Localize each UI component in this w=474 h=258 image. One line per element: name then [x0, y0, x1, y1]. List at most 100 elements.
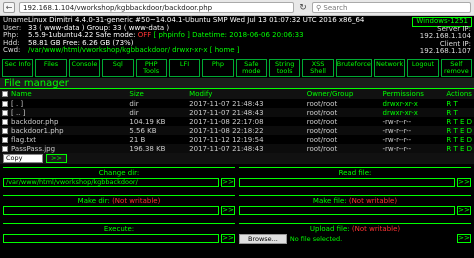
make-file-label: Make file: — [312, 197, 347, 205]
row-checkbox[interactable] — [2, 145, 8, 152]
read-file-go-button[interactable]: >> — [457, 178, 471, 187]
file-actions[interactable]: R T E D — [444, 135, 474, 144]
col-modify[interactable]: Modify — [187, 89, 305, 99]
file-owner: root/root — [304, 144, 381, 153]
menu-logout[interactable]: Logout — [407, 59, 439, 77]
file-actions[interactable]: R T — [444, 108, 474, 117]
search-placeholder: Search — [323, 4, 348, 12]
upload-panel: Upload file: (Not writable) Browse... No… — [239, 223, 471, 249]
file-modify: 2017-11-07 21:48:43 — [189, 99, 264, 108]
select-all-checkbox[interactable] — [2, 91, 8, 97]
file-perms[interactable]: drwxr-xr-x — [380, 108, 445, 117]
execute-label: Execute: — [103, 225, 135, 233]
read-file-input[interactable] — [239, 178, 455, 187]
row-checkbox[interactable] — [2, 109, 8, 116]
table-row: flag.txt 21 B 2017-11-12 12:19:54 root/r… — [0, 135, 474, 144]
file-size: 104.19 KB — [129, 117, 166, 126]
file-perms[interactable]: -rw-r--r-- — [380, 144, 445, 153]
main-menu: Sec Info Files Console Sql PHP Tools LFI… — [0, 59, 474, 77]
table-row: [ .. ] dir 2017-11-07 21:48:43 root/root… — [0, 108, 474, 117]
file-name[interactable]: PassPass.jpg — [0, 144, 128, 153]
change-dir-input[interactable]: /var/www/html/vworkshop/kgbbackdoor/ — [3, 178, 219, 187]
menu-network[interactable]: Network — [373, 59, 406, 77]
file-size: dir — [129, 99, 139, 108]
file-actions[interactable]: R T E D — [444, 144, 474, 153]
make-file-not-writable: (Not writable) — [348, 197, 398, 205]
make-dir-label: Make dir: — [77, 197, 110, 205]
make-file-panel: Make file: (Not writable) >> — [239, 195, 471, 221]
menu-php[interactable]: Php — [202, 59, 234, 77]
change-dir-panel: Change dir: /var/www/html/vworkshop/kgbb… — [3, 167, 235, 193]
file-name[interactable]: [ .. ] — [0, 108, 128, 117]
phpinfo-link[interactable]: [ phpinfo ] Datetime: 2018-06-06 20:06:3… — [154, 31, 304, 39]
file-perms[interactable]: -rw-r--r-- — [381, 135, 445, 144]
refresh-icon[interactable]: ↻ — [298, 3, 308, 13]
menu-xss-shell[interactable]: XSS Shell — [302, 59, 334, 77]
file-perms[interactable]: drwxr-xr-x — [381, 99, 445, 108]
file-size: 5.56 KB — [127, 126, 188, 135]
file-perms[interactable]: -rw-r--r-- — [381, 117, 445, 126]
file-actions[interactable]: R T E D — [444, 126, 474, 135]
row-checkbox[interactable] — [2, 127, 8, 134]
browse-button[interactable]: Browse... — [239, 234, 287, 244]
safe-mode-status: OFF — [137, 31, 152, 40]
table-row: PassPass.jpg 196.38 KB 2017-11-07 21:48:… — [0, 144, 474, 153]
menu-files[interactable]: Files — [35, 59, 67, 77]
col-size[interactable]: Size — [127, 89, 188, 99]
file-perms[interactable]: -rw-r--r-- — [380, 126, 445, 135]
file-name[interactable]: backdoor1.php — [0, 126, 128, 135]
file-owner: root/root — [304, 126, 381, 135]
menu-lfi[interactable]: LFI — [168, 59, 201, 77]
table-row: backdoor.php 104.19 KB 2017-11-08 22:17:… — [0, 117, 474, 126]
back-icon[interactable]: ← — [3, 2, 15, 13]
menu-safe-mode[interactable]: Safe mode — [235, 59, 267, 77]
make-file-go-button[interactable]: >> — [457, 206, 471, 215]
file-actions[interactable]: R T — [444, 99, 474, 108]
menu-string-tools[interactable]: String tools — [269, 59, 301, 77]
menu-bruteforce[interactable]: Bruteforce — [335, 59, 372, 77]
col-actions: Actions — [444, 89, 474, 99]
bulk-action-submit-button[interactable]: >> — [46, 154, 67, 163]
menu-sec-info[interactable]: Sec Info — [2, 59, 34, 77]
col-permissions[interactable]: Permissions — [380, 89, 445, 99]
file-name[interactable]: flag.txt — [0, 135, 127, 144]
file-modify: 2017-11-08 22:17:08 — [189, 117, 264, 126]
file-owner: root/root — [306, 99, 338, 108]
file-manager-title: File manager — [0, 78, 474, 89]
make-file-input[interactable] — [239, 206, 455, 215]
table-row: backdoor1.php 5.56 KB 2017-11-08 22:18:2… — [0, 126, 474, 135]
make-dir-go-button[interactable]: >> — [221, 206, 235, 215]
col-name[interactable]: Name — [0, 89, 128, 99]
execute-panel: Execute: >> — [3, 223, 235, 249]
file-actions[interactable]: R T E D — [444, 117, 474, 126]
make-dir-input[interactable] — [3, 206, 219, 215]
execute-input[interactable] — [3, 234, 219, 243]
browser-search-input[interactable]: ⚲ Search — [312, 2, 471, 13]
change-dir-label: Change dir: — [98, 169, 140, 177]
change-dir-go-button[interactable]: >> — [221, 178, 235, 187]
execute-go-button[interactable]: >> — [221, 234, 235, 243]
menu-sql[interactable]: Sql — [102, 59, 134, 77]
row-checkbox[interactable] — [2, 100, 8, 107]
menu-php-tools[interactable]: PHP Tools — [135, 59, 167, 77]
cwd-path-link[interactable]: /var/www/html/vworkshop/kgbbackdoor/ drw… — [28, 46, 240, 55]
file-owner: root/root — [306, 135, 338, 144]
table-row: [ . ] dir 2017-11-07 21:48:43 root/root … — [0, 99, 474, 108]
make-dir-not-writable: (Not writable) — [112, 197, 161, 205]
menu-self-remove[interactable]: Self remove — [440, 59, 473, 77]
make-file-title: Make file: (Not writable) — [239, 197, 471, 205]
bulk-action-select[interactable]: Copy — [3, 154, 43, 163]
file-modify: 2017-11-12 12:19:54 — [189, 135, 264, 144]
upload-not-writable: (Not writable) — [351, 225, 401, 233]
client-ip: 192.168.1.107 — [419, 47, 471, 55]
file-name[interactable]: [ . ] — [0, 99, 127, 108]
file-name[interactable]: backdoor.php — [0, 117, 127, 126]
upload-title: Upload file: (Not writable) — [239, 225, 471, 233]
file-modify: 2017-11-07 21:48:43 — [187, 108, 305, 117]
row-checkbox[interactable] — [2, 136, 8, 143]
row-checkbox[interactable] — [2, 118, 8, 125]
address-bar[interactable]: 192.168.1.104/vworkshop/kgbbackdoor/back… — [19, 2, 294, 13]
menu-console[interactable]: Console — [68, 59, 101, 77]
upload-go-button[interactable]: >> — [457, 234, 471, 243]
col-owner[interactable]: Owner/Group — [304, 89, 381, 99]
